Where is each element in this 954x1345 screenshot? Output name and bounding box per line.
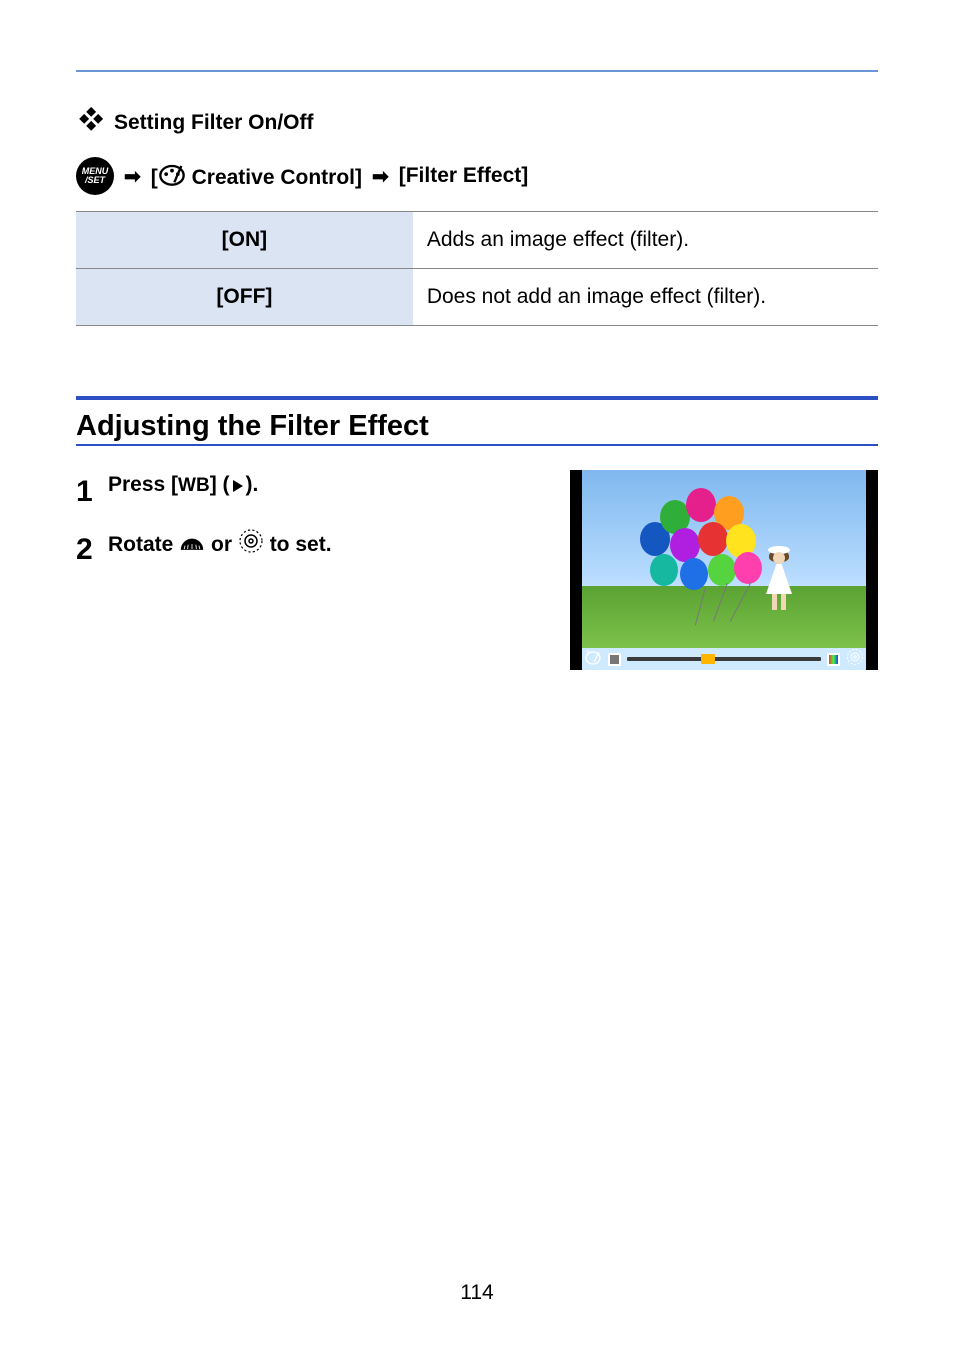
heading-rule: [76, 444, 878, 446]
steps-column: 1 Press [WB] (). 2 Rotate or to set.: [76, 470, 542, 670]
preview-column: +: [570, 470, 878, 670]
palette-icon: [158, 159, 186, 193]
wb-icon: WB: [178, 475, 210, 496]
control-dial-icon: [238, 528, 264, 563]
balloon-cluster: [630, 482, 770, 612]
control-dial-icon: [846, 648, 864, 671]
mono-swatch-icon: [608, 653, 621, 666]
step2-text-b: to set.: [264, 533, 332, 556]
step-number: 1: [76, 470, 98, 514]
setting-key: [OFF]: [76, 269, 413, 326]
step2-text-or: or: [205, 533, 238, 556]
setting-value: Does not add an image effect (filter).: [413, 269, 878, 326]
front-dial-icon: [179, 532, 205, 563]
arrow-icon: ➡: [372, 164, 389, 189]
table-row: [OFF] Does not add an image effect (filt…: [76, 269, 878, 326]
menu-creative-control-label: Creative Control]: [192, 166, 362, 189]
menu-set-icon: MENU/SET: [76, 157, 114, 195]
open-bracket: [: [151, 166, 158, 189]
diamond-bullet-icon: [76, 106, 104, 139]
play-right-icon: [230, 473, 246, 503]
step1-text-b: ] (: [210, 473, 230, 496]
menu-filter-effect-label: [Filter Effect]: [399, 164, 529, 188]
step2-text-a: Rotate: [108, 533, 179, 556]
filter-slider-track[interactable]: [627, 657, 821, 661]
filter-slider-strip: +: [570, 648, 878, 670]
svg-text:+: +: [586, 649, 590, 656]
filter-onoff-table: [ON] Adds an image effect (filter). [OFF…: [76, 211, 878, 326]
menu-path: MENU/SET ➡ [ Creative Control] ➡ [Filter…: [76, 157, 878, 195]
filter-slider-thumb[interactable]: [701, 654, 715, 664]
preview-black-bar: [570, 470, 582, 670]
preview-person: [766, 552, 792, 610]
step1-text-c: ).: [246, 473, 259, 496]
preview-black-bar: [866, 470, 878, 670]
table-row: [ON] Adds an image effect (filter).: [76, 212, 878, 269]
palette-icon: +: [584, 648, 602, 671]
top-divider: [76, 70, 878, 72]
step1-text-a: Press [: [108, 473, 178, 496]
filter-onoff-section: Setting Filter On/Off MENU/SET ➡ [ Creat…: [76, 106, 878, 326]
color-swatch-icon: [827, 653, 840, 666]
preview-frame: +: [570, 470, 878, 670]
setting-value: Adds an image effect (filter).: [413, 212, 878, 269]
step-number: 2: [76, 528, 98, 572]
setting-key: [ON]: [76, 212, 413, 269]
arrow-icon: ➡: [124, 164, 141, 189]
subtitle-text: Setting Filter On/Off: [114, 111, 314, 135]
adjusting-filter-section: Adjusting the Filter Effect 1 Press [WB]…: [76, 396, 878, 670]
page-number: 114: [0, 1281, 954, 1305]
